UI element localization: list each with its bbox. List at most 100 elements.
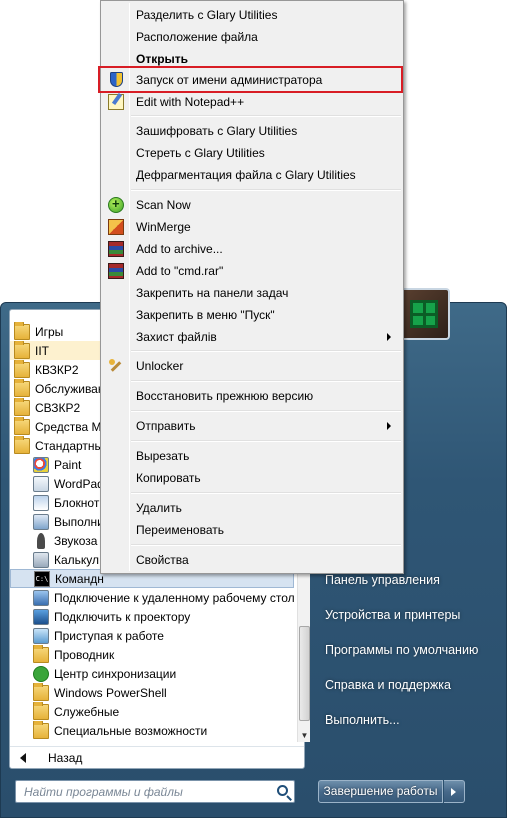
link-run[interactable]: Выполнить... [325, 713, 400, 727]
menu-item-file-protection[interactable]: Захист файлів [103, 326, 401, 348]
menu-item-label: Восстановить прежнюю версию [136, 389, 314, 403]
menu-item-file-location[interactable]: Расположение файла [103, 26, 401, 48]
menu-separator [131, 115, 401, 117]
menu-item-send-to[interactable]: Отправить [103, 415, 401, 437]
menu-item-pin-taskbar[interactable]: Закрепить на панели задач [103, 282, 401, 304]
menu-separator [131, 350, 401, 352]
menu-item-add-to-cmd-rar[interactable]: Add to "cmd.rar" [103, 260, 401, 282]
menu-item-unlocker[interactable]: Unlocker [103, 355, 401, 377]
projector-icon [33, 608, 49, 625]
search-box[interactable] [15, 780, 295, 803]
program-label: Обслуживан [35, 381, 105, 396]
notepad-plus-plus-icon [108, 94, 124, 110]
menu-item-label: Переименовать [136, 523, 224, 537]
program-label: Блокнот [54, 495, 100, 510]
menu-item-encrypt-glary[interactable]: Зашифровать с Glary Utilities [103, 120, 401, 142]
program-label: Калькул [54, 552, 100, 567]
program-getting-started[interactable]: Приступая к работе [10, 626, 294, 645]
winmerge-icon [108, 219, 124, 235]
program-label: Windows PowerShell [54, 685, 167, 700]
getting-started-icon [33, 627, 49, 644]
program-label: СВЗКР2 [35, 400, 81, 415]
search-input[interactable] [16, 781, 266, 802]
menu-item-restore-previous[interactable]: Восстановить прежнюю версию [103, 385, 401, 407]
program-folder-accessibility[interactable]: Специальные возможности [10, 721, 294, 740]
menu-item-defrag-glary[interactable]: Дефрагментация файла с Glary Utilities [103, 164, 401, 186]
menu-separator [131, 189, 401, 191]
back-arrow-icon [20, 752, 26, 763]
menu-item-label: Edit with Notepad++ [136, 95, 245, 109]
menu-item-delete[interactable]: Удалить [103, 497, 401, 519]
program-folder-system-tools[interactable]: Служебные [10, 702, 294, 721]
link-control-panel[interactable]: Панель управления [325, 573, 440, 587]
folder-icon [33, 683, 49, 701]
program-connect-projector[interactable]: Подключить к проектору [10, 607, 294, 626]
program-sync-center[interactable]: Центр синхронизации [10, 664, 294, 683]
program-folder-powershell[interactable]: Windows PowerShell [10, 683, 294, 702]
scroll-down-arrow-icon[interactable]: ▼ [298, 729, 311, 742]
folder-icon [14, 341, 30, 359]
sync-icon [33, 665, 49, 682]
shutdown-options-button[interactable] [444, 780, 465, 803]
folder-icon [14, 417, 30, 435]
program-label: Стандартны [35, 438, 104, 453]
menu-separator [131, 410, 401, 412]
menu-item-scan-now[interactable]: Scan Now [103, 194, 401, 216]
menu-item-label: Scan Now [136, 198, 191, 212]
user-picture[interactable] [398, 288, 450, 340]
program-label: Подключение к удаленному рабочему стол [54, 590, 294, 605]
menu-item-properties[interactable]: Свойства [103, 549, 401, 571]
menu-item-label: WinMerge [136, 220, 191, 234]
program-label: Проводник [54, 647, 115, 662]
run-icon [33, 513, 49, 530]
scrollbar-thumb[interactable] [299, 626, 310, 721]
link-devices-printers[interactable]: Устройства и принтеры [325, 608, 460, 622]
shutdown-button[interactable]: Завершение работы [318, 780, 443, 803]
menu-item-label: Add to archive... [136, 242, 223, 256]
menu-item-pin-start[interactable]: Закрепить в меню "Пуск" [103, 304, 401, 326]
menu-item-copy[interactable]: Копировать [103, 467, 401, 489]
link-default-programs[interactable]: Программы по умолчанию [325, 643, 478, 657]
menu-item-label: Отправить [136, 419, 196, 433]
menu-item-label: Копировать [136, 471, 201, 485]
program-label: КВЗКР2 [35, 362, 79, 377]
folder-icon [33, 721, 49, 739]
microphone-icon [37, 532, 45, 549]
submenu-arrow-icon [387, 333, 391, 341]
menu-item-erase-glary[interactable]: Стереть с Glary Utilities [103, 142, 401, 164]
folder-icon [14, 398, 30, 416]
menu-item-share-glary[interactable]: Разделить с Glary Utilities [103, 4, 401, 26]
menu-item-label: Разделить с Glary Utilities [136, 8, 278, 22]
menu-item-label: Свойства [136, 553, 189, 567]
program-remote-desktop[interactable]: Подключение к удаленному рабочему стол [10, 588, 294, 607]
submenu-arrow-icon [387, 422, 391, 430]
back-button[interactable]: Назад [10, 746, 304, 768]
winrar-icon [108, 241, 124, 257]
menu-item-winmerge[interactable]: WinMerge [103, 216, 401, 238]
program-label: Выполни [54, 514, 104, 529]
search-icon[interactable] [277, 785, 288, 796]
menu-item-label: Захист файлів [136, 330, 217, 344]
menu-separator [131, 440, 401, 442]
scan-icon [108, 196, 124, 213]
menu-item-cut[interactable]: Вырезать [103, 445, 401, 467]
folder-icon [33, 702, 49, 720]
menu-separator [131, 492, 401, 494]
program-explorer[interactable]: Проводник [10, 645, 294, 664]
link-help-support[interactable]: Справка и поддержка [325, 678, 451, 692]
paint-icon [33, 456, 49, 473]
program-label: Игры [35, 324, 64, 339]
menu-item-label: Стереть с Glary Utilities [136, 146, 265, 160]
program-label: Звукоза [54, 533, 98, 548]
menu-separator [131, 544, 401, 546]
menu-item-add-to-archive[interactable]: Add to archive... [103, 238, 401, 260]
wordpad-icon [33, 475, 49, 492]
menu-item-edit-notepad-plus-plus[interactable]: Edit with Notepad++ [103, 91, 401, 113]
menu-separator [131, 380, 401, 382]
user-picture-image [410, 300, 438, 328]
folder-icon [14, 360, 30, 378]
menu-item-label: Add to "cmd.rar" [136, 264, 224, 278]
back-label: Назад [48, 750, 83, 765]
menu-item-rename[interactable]: Переименовать [103, 519, 401, 541]
program-label: WordPad [54, 476, 104, 491]
